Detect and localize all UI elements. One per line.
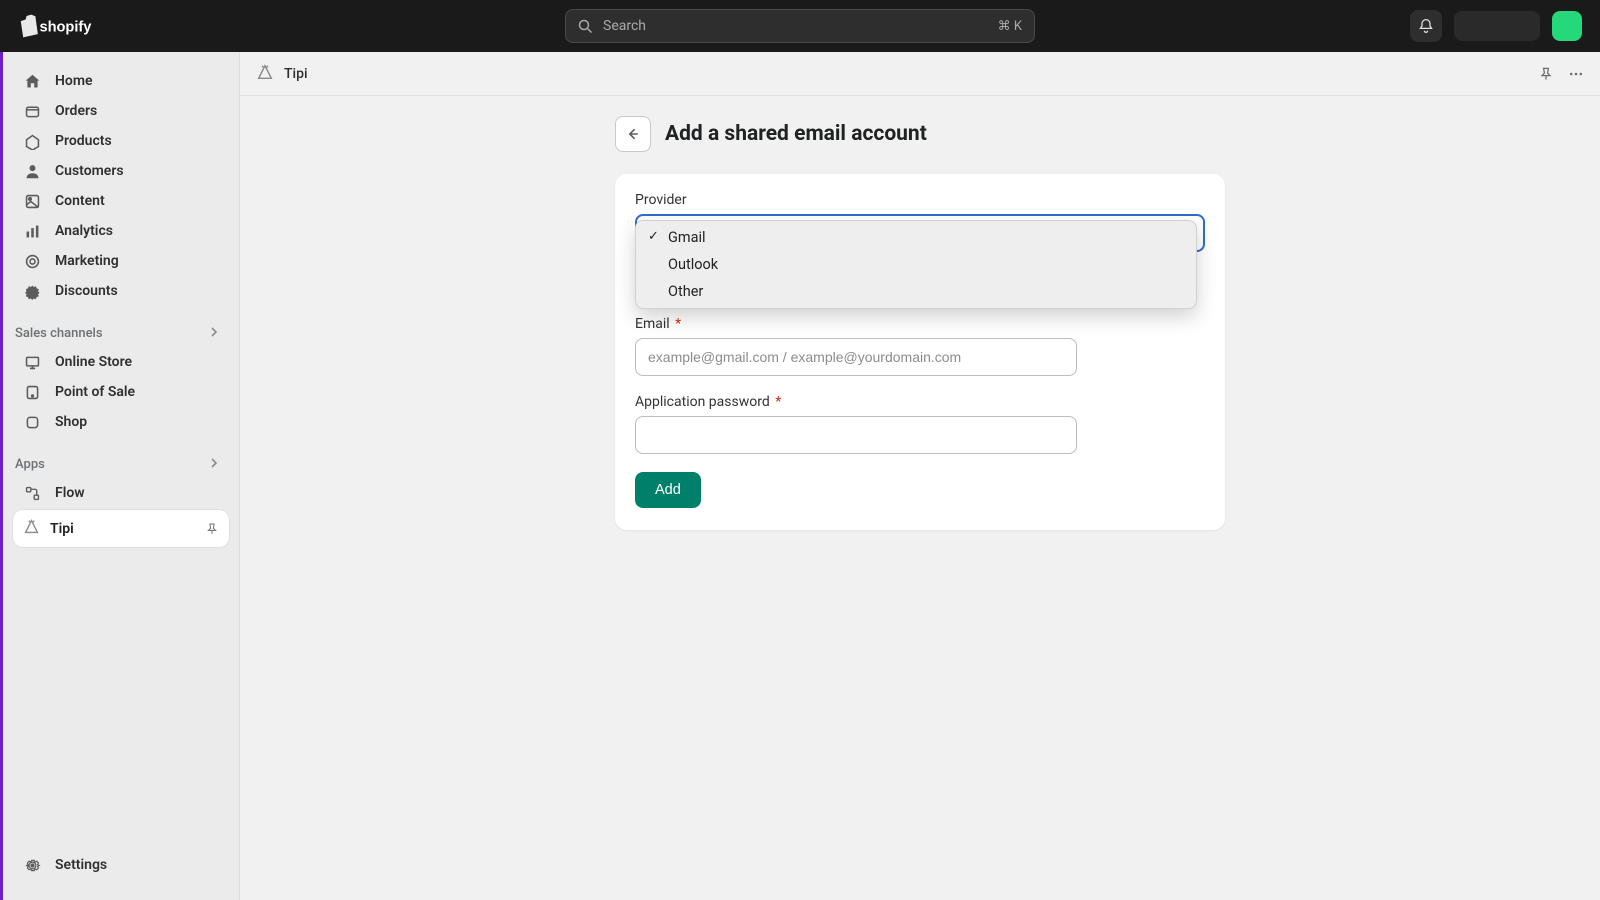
sidebar-item-products[interactable]: Products [13,126,229,156]
email-label: Email * [635,316,1205,332]
sidebar-item-tipi[interactable]: Tipi [13,510,229,547]
sidebar-item-label: Discounts [55,283,118,299]
sidebar-item-customers[interactable]: Customers [13,156,229,186]
chevron-right-icon [209,457,219,472]
search-shortcut: ⌘ K [998,19,1022,34]
sidebar-item-label: Products [55,133,112,149]
sidebar-item-label: Online Store [55,354,132,370]
orders-icon [23,102,41,120]
sidebar-item-label: Settings [55,857,107,873]
chevron-right-icon [209,326,219,341]
pin-icon[interactable] [205,522,219,536]
svg-text:shopify: shopify [39,20,92,36]
sidebar-item-label: Content [55,193,105,209]
back-button[interactable] [615,116,651,152]
global-search[interactable]: Search ⌘ K [565,9,1035,43]
provider-option-other[interactable]: Other [636,278,1196,305]
tipi-icon [256,63,274,85]
more-button[interactable] [1568,66,1584,82]
provider-label: Provider [635,192,1205,208]
pin-button[interactable] [1538,66,1554,82]
discounts-icon [23,282,41,300]
sidebar-item-label: Shop [55,414,87,430]
sidebar-item-marketing[interactable]: Marketing [13,246,229,276]
sidebar-item-home[interactable]: Home [13,66,229,96]
sidebar-item-label: Orders [55,103,97,119]
search-placeholder: Search [603,18,646,34]
home-icon [23,72,41,90]
app-password-input[interactable] [635,416,1077,454]
form-card: Provider Gmail Outlook Other Email * [615,174,1225,530]
sidebar-item-flow[interactable]: Flow [13,478,229,508]
sidebar-item-pos[interactable]: Point of Sale [13,377,229,407]
provider-option-outlook[interactable]: Outlook [636,251,1196,278]
customers-icon [23,162,41,180]
sidebar: Home Orders Products Customers Content A… [0,52,240,900]
shop-icon [23,413,41,431]
pos-icon [23,383,41,401]
flow-icon [23,484,41,502]
sidebar-item-orders[interactable]: Orders [13,96,229,126]
sidebar-item-settings[interactable]: Settings [13,850,229,880]
sidebar-item-analytics[interactable]: Analytics [13,216,229,246]
sidebar-item-discounts[interactable]: Discounts [13,276,229,306]
online-store-icon [23,353,41,371]
sidebar-item-label: Marketing [55,253,119,269]
sidebar-section-sales[interactable]: Sales channels [13,316,229,347]
sidebar-section-apps[interactable]: Apps [13,447,229,478]
sidebar-item-content[interactable]: Content [13,186,229,216]
shopify-logo[interactable]: shopify [18,13,108,39]
marketing-icon [23,252,41,270]
sidebar-item-label: Flow [55,485,85,501]
sidebar-item-label: Tipi [50,521,74,537]
sidebar-item-label: Home [55,73,93,89]
tipi-icon [23,518,40,539]
email-input[interactable] [635,338,1077,376]
search-icon [578,19,593,34]
notifications-button[interactable] [1410,10,1442,42]
provider-option-gmail[interactable]: Gmail [636,224,1196,251]
add-button[interactable]: Add [635,472,701,508]
gear-icon [23,856,41,874]
topbar: shopify Search ⌘ K [0,0,1600,52]
breadcrumb-app-name: Tipi [284,66,308,82]
sidebar-item-label: Analytics [55,223,113,239]
page-title: Add a shared email account [665,122,927,146]
arrow-left-icon [625,126,641,142]
sidebar-item-online-store[interactable]: Online Store [13,347,229,377]
content-icon [23,192,41,210]
analytics-icon [23,222,41,240]
provider-dropdown: Gmail Outlook Other [635,220,1197,309]
app-breadcrumb-bar: Tipi [240,52,1600,96]
sidebar-item-label: Customers [55,163,124,179]
user-avatar[interactable] [1552,11,1582,41]
bell-icon [1418,18,1434,34]
app-password-label: Application password * [635,394,1205,410]
products-icon [23,132,41,150]
store-name-chip[interactable] [1454,11,1540,41]
sidebar-item-label: Point of Sale [55,384,135,400]
sidebar-item-shop[interactable]: Shop [13,407,229,437]
